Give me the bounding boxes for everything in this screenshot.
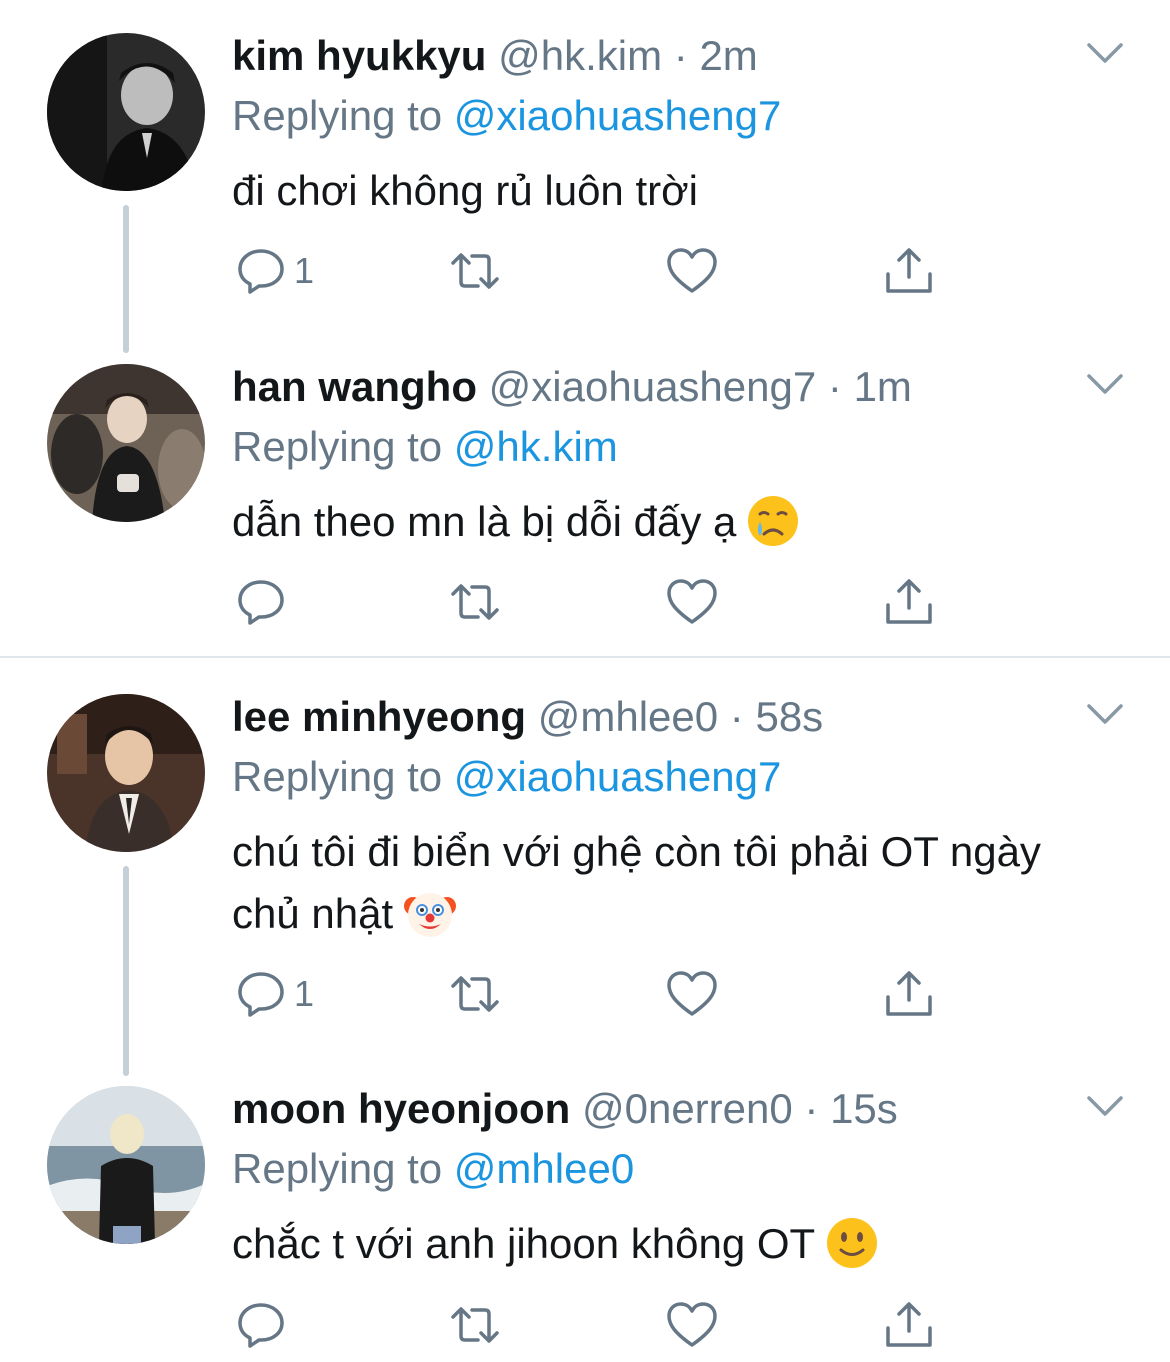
tweet-text: chắc t với anh jihoon không OT <box>232 1213 1092 1275</box>
replying-label: Replying to <box>232 753 443 800</box>
avatar[interactable] <box>47 694 205 852</box>
tweet-header: lee minhyeong @mhlee0 · 58s <box>232 693 823 741</box>
share-icon <box>882 967 936 1021</box>
tweet[interactable]: moon hyeonjoon @0nerren0 · 15s Replying … <box>0 1053 1170 1362</box>
tweet-header: han wangho @xiaohuasheng7 · 1m <box>232 363 912 411</box>
share-button[interactable] <box>882 241 936 301</box>
action-bar: 1 <box>232 964 952 1024</box>
separator-dot: · <box>673 32 688 79</box>
reply-button[interactable] <box>234 572 294 632</box>
replying-to: Replying to @xiaohuasheng7 <box>232 753 781 801</box>
tweet-text: dẫn theo mn là bị dỗi đấy ạ <box>232 491 1092 553</box>
replying-label: Replying to <box>232 92 443 139</box>
user-handle[interactable]: @mhlee0 <box>538 693 718 740</box>
avatar[interactable] <box>47 364 205 522</box>
heart-icon <box>665 967 719 1021</box>
chevron-down-icon[interactable] <box>1082 1083 1128 1129</box>
tweet[interactable]: lee minhyeong @mhlee0 · 58s Replying to … <box>0 661 1170 1076</box>
like-button[interactable] <box>665 964 719 1024</box>
timestamp[interactable]: 2m <box>699 32 757 79</box>
retweet-button[interactable] <box>448 241 502 301</box>
replying-label: Replying to <box>232 1145 443 1192</box>
tweet-text-content: đi chơi không rủ luôn trời <box>232 167 698 214</box>
replying-to: Replying to @mhlee0 <box>232 1145 634 1193</box>
reply-count: 1 <box>294 973 315 1014</box>
tweet-text: chú tôi đi biển với ghệ còn tôi phải OT … <box>232 821 1062 945</box>
reply-button[interactable]: 1 <box>234 241 314 301</box>
avatar[interactable] <box>47 33 205 191</box>
retweet-icon <box>448 967 502 1021</box>
reply-icon <box>234 1298 288 1352</box>
conversation-divider <box>0 656 1170 658</box>
tweet[interactable]: han wangho @xiaohuasheng7 · 1m Replying … <box>0 330 1170 660</box>
replying-to-handle[interactable]: @xiaohuasheng7 <box>454 92 782 139</box>
replying-to-handle[interactable]: @mhlee0 <box>454 1145 634 1192</box>
reply-button[interactable]: 1 <box>234 964 314 1024</box>
share-button[interactable] <box>882 964 936 1024</box>
replying-to-handle[interactable]: @xiaohuasheng7 <box>454 753 782 800</box>
like-button[interactable] <box>665 1295 719 1355</box>
reply-icon <box>234 244 288 298</box>
display-name[interactable]: moon hyeonjoon <box>232 1085 570 1132</box>
retweet-icon <box>448 575 502 629</box>
reply-icon <box>234 575 288 629</box>
action-bar: 1 <box>232 241 952 301</box>
timestamp[interactable]: 1m <box>854 363 912 410</box>
separator-dot: · <box>804 1085 819 1132</box>
slightly-smiling-face-emoji <box>825 1216 879 1270</box>
heart-icon <box>665 575 719 629</box>
retweet-button[interactable] <box>448 1295 502 1355</box>
display-name[interactable]: han wangho <box>232 363 477 410</box>
separator-dot: · <box>827 363 842 410</box>
separator-dot: · <box>729 693 744 740</box>
replying-to: Replying to @xiaohuasheng7 <box>232 92 781 140</box>
heart-icon <box>665 244 719 298</box>
action-bar <box>232 572 952 632</box>
replying-to: Replying to @hk.kim <box>232 423 618 471</box>
tweet-text: đi chơi không rủ luôn trời <box>232 160 1092 222</box>
retweet-icon <box>448 1298 502 1352</box>
user-handle[interactable]: @0nerren0 <box>582 1085 793 1132</box>
tweet-header: moon hyeonjoon @0nerren0 · 15s <box>232 1085 898 1133</box>
chevron-down-icon[interactable] <box>1082 30 1128 76</box>
reply-icon <box>234 967 288 1021</box>
tweet-text-content: chú tôi đi biển với ghệ còn tôi phải OT … <box>232 828 1041 937</box>
retweet-button[interactable] <box>448 572 502 632</box>
chevron-down-icon[interactable] <box>1082 691 1128 737</box>
share-icon <box>882 244 936 298</box>
avatar[interactable] <box>47 1086 205 1244</box>
clown-face-emoji <box>403 886 457 940</box>
share-icon <box>882 575 936 629</box>
share-button[interactable] <box>882 572 936 632</box>
share-button[interactable] <box>882 1295 936 1355</box>
like-button[interactable] <box>665 572 719 632</box>
crying-face-emoji <box>746 494 800 548</box>
user-handle[interactable]: @xiaohuasheng7 <box>489 363 817 410</box>
retweet-icon <box>448 244 502 298</box>
replying-label: Replying to <box>232 423 443 470</box>
like-button[interactable] <box>665 241 719 301</box>
tweet-text-content: dẫn theo mn là bị dỗi đấy ạ <box>232 498 737 545</box>
timestamp[interactable]: 58s <box>755 693 823 740</box>
timestamp[interactable]: 15s <box>830 1085 898 1132</box>
share-icon <box>882 1298 936 1352</box>
chevron-down-icon[interactable] <box>1082 361 1128 407</box>
reply-count: 1 <box>294 250 315 291</box>
replying-to-handle[interactable]: @hk.kim <box>454 423 618 470</box>
heart-icon <box>665 1298 719 1352</box>
display-name[interactable]: lee minhyeong <box>232 693 526 740</box>
retweet-button[interactable] <box>448 964 502 1024</box>
reply-button[interactable] <box>234 1295 294 1355</box>
user-handle[interactable]: @hk.kim <box>498 32 662 79</box>
tweet-text-content: chắc t với anh jihoon không OT <box>232 1220 816 1267</box>
tweet[interactable]: kim hyukkyu @hk.kim · 2m Replying to @xi… <box>0 0 1170 353</box>
action-bar <box>232 1295 952 1355</box>
display-name[interactable]: kim hyukkyu <box>232 32 486 79</box>
tweet-header: kim hyukkyu @hk.kim · 2m <box>232 32 758 80</box>
thread-line <box>123 866 129 1076</box>
